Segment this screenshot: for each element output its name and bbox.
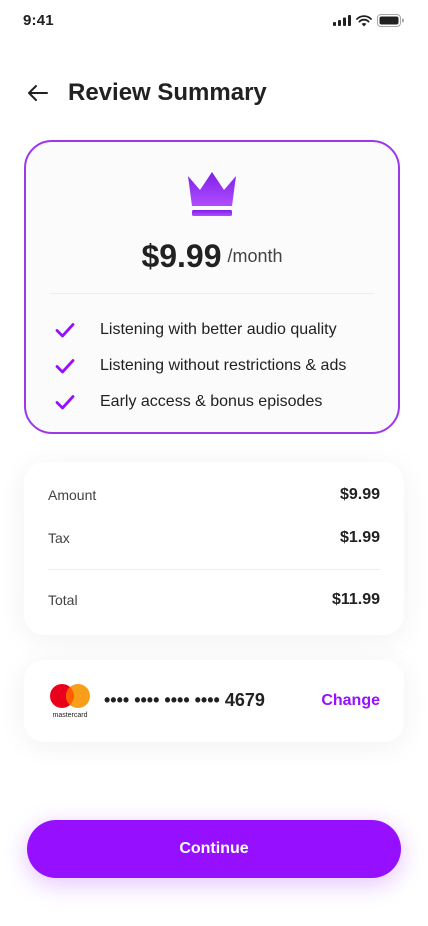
signal-icon: [333, 15, 351, 26]
page-title: Review Summary: [68, 79, 267, 106]
check-icon: [55, 323, 75, 338]
tax-row: Tax $1.99: [48, 529, 380, 547]
plan-card: $9.99/month Listening with better audio …: [24, 140, 400, 434]
amount-value: $9.99: [339, 486, 380, 503]
battery-icon: [377, 14, 404, 27]
feature-item: Early access & bonus episodes: [54, 384, 378, 420]
check-icon: [55, 395, 75, 410]
plan-price: $9.99: [141, 238, 222, 274]
change-payment-button[interactable]: Change: [321, 692, 380, 710]
amount-label: Amount: [48, 487, 97, 503]
feature-item: Listening with better audio quality: [54, 312, 378, 348]
plan-divider: [50, 293, 374, 294]
card-number: •••• •••• •••• •••• 4679: [104, 690, 265, 710]
total-label: Total: [48, 592, 78, 608]
crown-icon: [188, 172, 236, 216]
back-button[interactable]: [24, 79, 52, 107]
feature-item: Listening without restrictions & ads: [54, 348, 378, 384]
tax-label: Tax: [48, 530, 70, 546]
wifi-icon: [356, 14, 372, 26]
feature-text: Early access & bonus episodes: [100, 393, 323, 410]
price-row: $9.99/month: [26, 238, 398, 275]
check-icon: [55, 359, 75, 374]
amount-row: Amount $9.99: [48, 486, 380, 504]
summary-divider: [48, 569, 380, 570]
plan-period: /month: [227, 246, 283, 266]
summary-card: Amount $9.99 Tax $1.99 Total $11.99: [24, 462, 404, 635]
feature-text: Listening with better audio quality: [100, 321, 337, 338]
total-value: $11.99: [331, 591, 380, 608]
feature-text: Listening without restrictions & ads: [100, 357, 347, 374]
feature-list: Listening with better audio quality List…: [54, 312, 378, 420]
mastercard-logo: mastercard: [50, 684, 90, 719]
continue-button[interactable]: Continue: [27, 820, 401, 878]
tax-value: $1.99: [339, 529, 380, 546]
svg-text:mastercard: mastercard: [52, 712, 87, 719]
status-time: 9:41: [23, 12, 54, 29]
header: Review Summary: [24, 70, 404, 116]
total-row: Total $11.99: [48, 591, 380, 609]
arrow-left-icon: [28, 85, 48, 101]
status-bar: 9:41: [0, 0, 428, 44]
status-icons: [333, 14, 404, 27]
payment-method-card: mastercard •••• •••• •••• •••• 4679 Chan…: [24, 660, 404, 742]
